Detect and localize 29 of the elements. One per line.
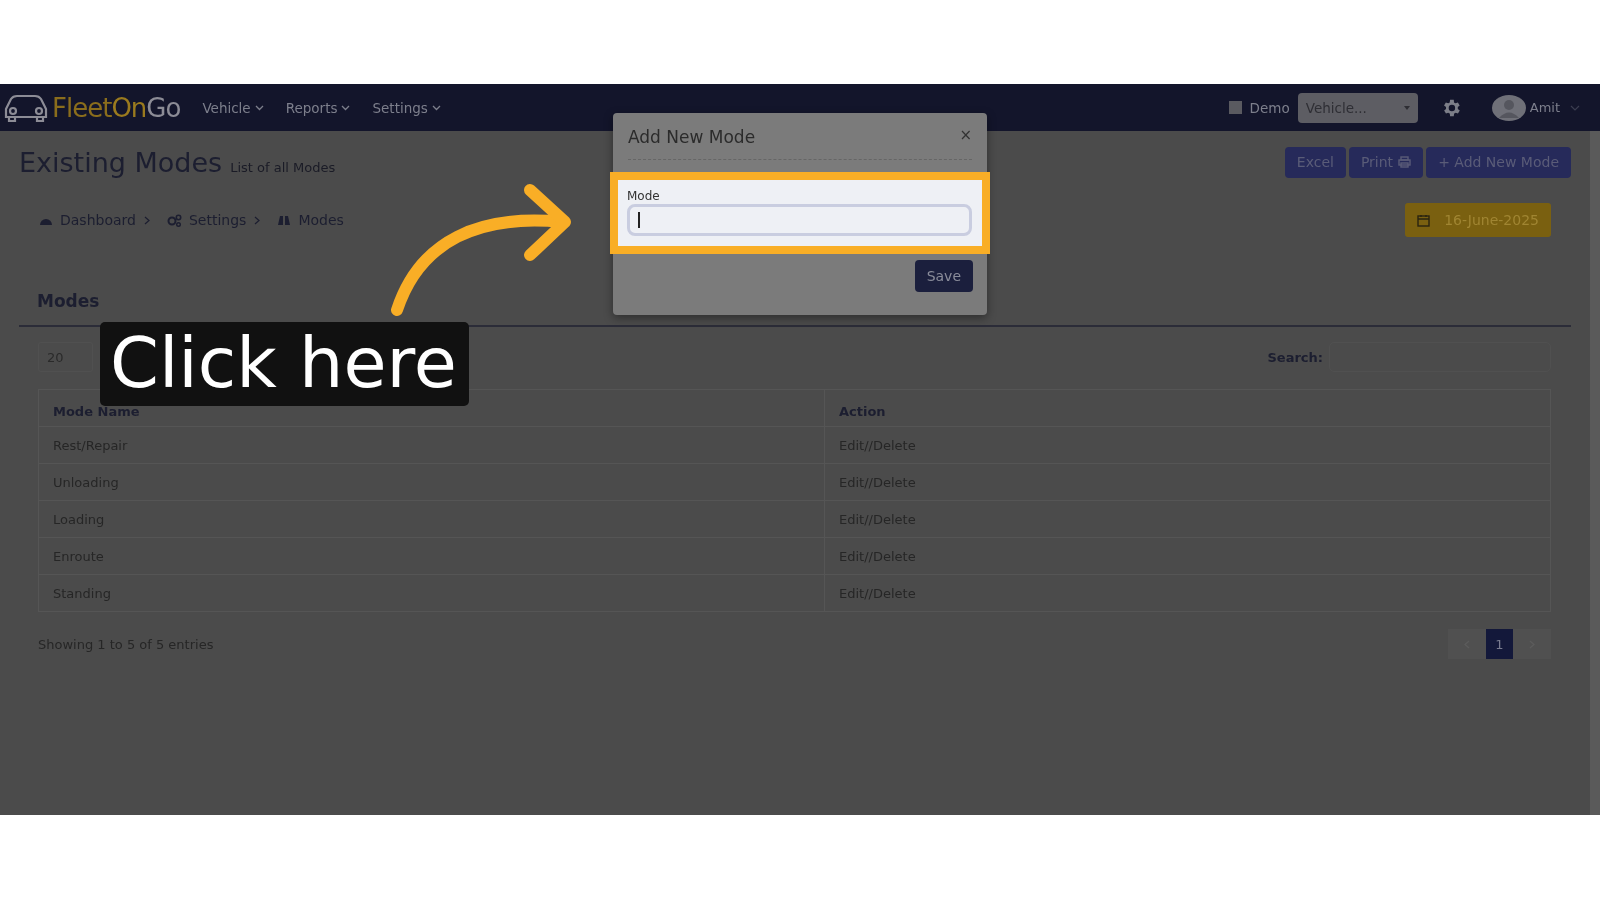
chevron-icon [143,215,150,225]
chevron-icon[interactable] [341,104,351,111]
scrollbar[interactable] [1590,131,1600,815]
next-page-button[interactable] [1513,629,1551,659]
calendar-icon[interactable] [1417,213,1431,227]
chevron-icon[interactable] [431,104,441,111]
printer-icon[interactable] [1398,156,1412,168]
chevron-icon [254,215,261,225]
gears-icon [166,213,182,227]
chevron-icon[interactable] [254,104,264,111]
nav-menu[interactable]: Settings [372,99,441,116]
nav-menu[interactable]: Reports [285,99,351,116]
page-button[interactable]: 1 [1486,629,1513,659]
mode-input-field[interactable] [627,204,972,236]
avatar-icon[interactable] [1491,94,1526,121]
previous-page-button[interactable] [1448,629,1486,659]
demo-label: Demo [1249,99,1290,116]
nav-menu[interactable]: Vehicle [202,99,264,116]
close-button[interactable]: × [959,127,972,143]
save-button[interactable]: Save [914,260,973,292]
caret-icon[interactable] [1570,104,1580,111]
logo-text[interactable]: FleetOnGo [52,92,181,123]
car-icon [3,92,49,123]
user-name[interactable]: Amit [1529,100,1560,115]
demo-checkbox[interactable] [1228,101,1242,114]
callout-label: Click here [100,322,469,406]
modal-title: Add New Mode [628,127,756,147]
field-label: Mode [627,189,661,203]
binoculars-icon [277,214,292,226]
